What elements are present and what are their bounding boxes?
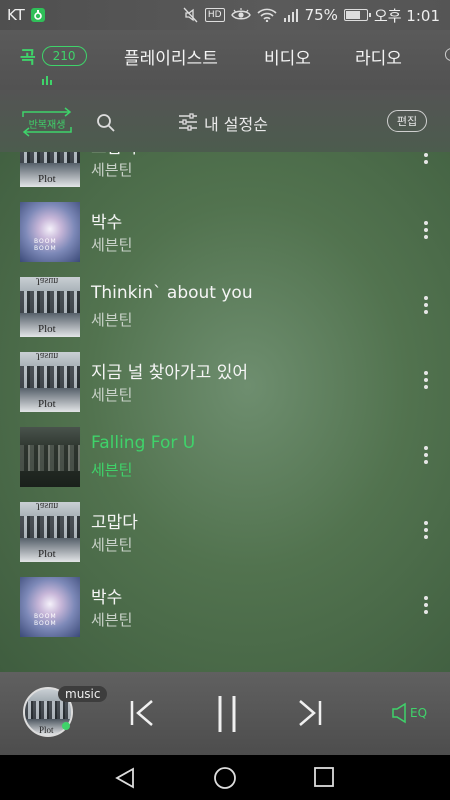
repeat-play-button[interactable]: 반복재생 <box>19 107 75 137</box>
album-art-title-text: BOOM BOOM <box>34 238 57 252</box>
tab-radio[interactable]: 라디오 <box>355 44 402 69</box>
sort-label[interactable]: 내 설정순 <box>204 111 268 135</box>
pause-button[interactable] <box>216 694 238 738</box>
album-art <box>20 427 80 487</box>
song-row[interactable]: JasunPlot 고맙다세븐틴 <box>0 152 450 200</box>
cover-title-text: Plot <box>39 725 54 735</box>
more-options-icon[interactable] <box>424 446 430 464</box>
song-artist: 세븐틴 <box>91 536 133 554</box>
album-art-title-text: Plot <box>38 548 56 560</box>
album-art: JasunPlot <box>20 152 80 187</box>
category-tabs: 곡 210 플레이리스트 비디오 라디오 ○ <box>0 30 450 90</box>
album-art: BOOM BOOM <box>20 202 80 262</box>
previous-icon <box>130 700 153 726</box>
more-options-icon[interactable] <box>424 596 430 614</box>
playback-progress-dot <box>62 722 70 730</box>
edit-button[interactable]: 편집 <box>387 110 427 132</box>
pause-icon <box>218 696 236 732</box>
music-badge: music <box>58 686 108 702</box>
sort-settings-icon[interactable] <box>178 113 198 135</box>
song-row[interactable]: Falling For U 세븐틴 <box>0 425 450 500</box>
album-art-top-text: Jasun <box>36 277 59 286</box>
song-row[interactable]: Jasun Plot Thinkin` about you 세븐틴 <box>0 275 450 350</box>
song-title: Falling For U <box>91 433 196 453</box>
now-playing-bars-icon <box>42 76 52 85</box>
eq-button[interactable]: EQ <box>391 702 427 724</box>
more-options-icon[interactable] <box>424 152 430 164</box>
album-art-title-text: Plot <box>38 323 56 335</box>
more-options-icon[interactable] <box>424 521 430 539</box>
status-bar: KT HD 75% 오후 1:01 <box>0 0 450 30</box>
album-art-top-text: Jasun <box>36 352 59 361</box>
more-options-icon[interactable] <box>424 371 430 389</box>
clock: 오후 1:01 <box>373 6 440 25</box>
song-row[interactable]: Jasun Plot 지금 널 찾아가고 있어세븐틴 <box>0 350 450 425</box>
more-options-icon[interactable] <box>424 296 430 314</box>
eye-icon <box>230 8 251 22</box>
carrier-label: KT <box>7 6 25 24</box>
album-art: Jasun Plot <box>20 502 80 562</box>
song-title: 박수 <box>91 588 123 608</box>
album-art: Jasun Plot <box>20 277 80 337</box>
album-art-title-text: BOOM BOOM <box>34 613 57 627</box>
carrier-app-icon <box>30 8 45 22</box>
song-title: Thinkin` about you <box>91 283 253 303</box>
song-artist: 세븐틴 <box>91 161 133 179</box>
album-art: BOOM BOOM <box>20 577 80 637</box>
song-title: 고맙다 <box>91 513 138 533</box>
song-title: 박수 <box>91 213 123 233</box>
song-title: 고맙다 <box>91 152 138 158</box>
song-artist: 세븐틴 <box>91 461 133 479</box>
song-row[interactable]: BOOM BOOM 박수세븐틴 <box>0 200 450 275</box>
tab-videos[interactable]: 비디오 <box>264 44 311 69</box>
tab-playlists[interactable]: 플레이리스트 <box>124 44 218 69</box>
song-count-badge: 210 <box>41 45 87 66</box>
recent-apps-icon[interactable] <box>314 767 334 791</box>
next-icon <box>299 700 322 726</box>
back-icon[interactable] <box>114 767 136 793</box>
song-artist: 세븐틴 <box>91 611 133 629</box>
song-row[interactable]: BOOM BOOM 박수세븐틴 <box>0 575 450 650</box>
tab-songs-label: 곡 <box>20 48 36 68</box>
more-options-icon[interactable] <box>424 221 430 239</box>
hd-icon: HD <box>204 8 225 22</box>
song-artist: 세븐틴 <box>91 311 133 329</box>
song-row[interactable]: Jasun Plot 고맙다세븐틴 <box>0 500 450 575</box>
mute-icon <box>183 7 199 23</box>
album-art-title-text: Plot <box>38 398 56 410</box>
album-art-top-text: Jasun <box>36 502 59 511</box>
system-nav-bar <box>0 755 450 800</box>
search-icon[interactable] <box>96 113 116 137</box>
album-art-title-text: Plot <box>38 173 56 185</box>
repeat-label: 반복재생 <box>28 120 66 131</box>
song-list: JasunPlot고맙다세븐틴BOOM BOOM박수세븐틴JasunPlotTh… <box>0 152 450 672</box>
album-art: Jasun Plot <box>20 352 80 412</box>
tab-songs[interactable]: 곡 210 <box>20 43 87 68</box>
wifi-icon <box>257 8 277 22</box>
signal-icon <box>283 8 299 22</box>
battery-percent: 75% <box>304 6 338 24</box>
next-track-button[interactable] <box>296 699 324 731</box>
battery-icon <box>343 9 371 21</box>
song-artist: 세븐틴 <box>91 386 133 404</box>
previous-track-button[interactable] <box>128 699 156 731</box>
song-artist: 세븐틴 <box>91 236 133 254</box>
home-icon[interactable] <box>213 766 237 794</box>
eq-label: EQ <box>410 706 428 720</box>
speaker-eq-icon <box>392 702 406 724</box>
song-title: 지금 널 찾아가고 있어 <box>91 363 248 383</box>
tab-overflow[interactable]: ○ <box>444 44 450 64</box>
